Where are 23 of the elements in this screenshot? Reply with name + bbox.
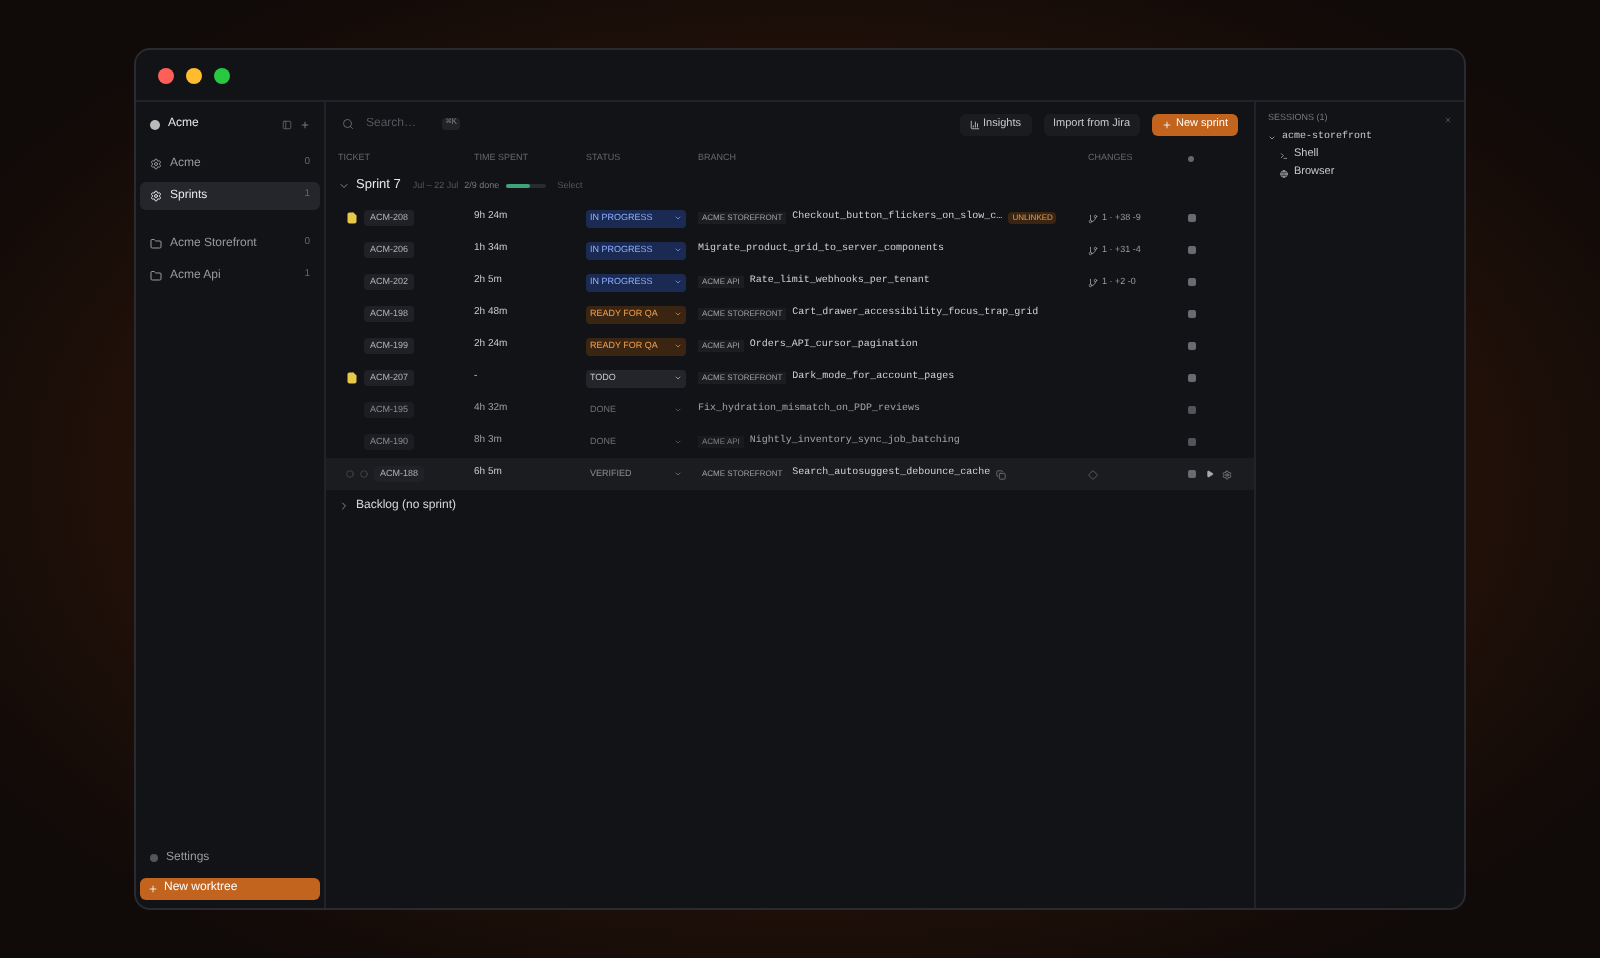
globe-icon <box>1280 169 1288 177</box>
search-icon <box>342 118 354 130</box>
minimize-button[interactable] <box>186 67 202 83</box>
close-button[interactable] <box>158 67 174 83</box>
folder-icon <box>150 270 162 282</box>
plus-icon <box>1162 119 1173 129</box>
terminal-icon <box>1280 151 1288 159</box>
settings-icon[interactable] <box>1222 469 1232 479</box>
plus-icon <box>148 884 158 894</box>
chart-icon <box>969 119 980 129</box>
add-icon[interactable] <box>300 119 310 129</box>
copy-icon[interactable] <box>996 469 1007 479</box>
branch-icon <box>1088 213 1098 223</box>
branch-icon <box>1088 277 1098 287</box>
play-icon[interactable] <box>1206 470 1214 478</box>
gear-icon <box>150 190 162 202</box>
gear-icon <box>150 158 162 170</box>
workspace-icon <box>150 119 160 129</box>
branch-icon <box>1088 245 1098 255</box>
diamond-icon <box>1088 469 1098 479</box>
maximize-button[interactable] <box>214 67 230 83</box>
folder-icon <box>150 238 162 250</box>
panel-icon[interactable] <box>282 119 292 129</box>
